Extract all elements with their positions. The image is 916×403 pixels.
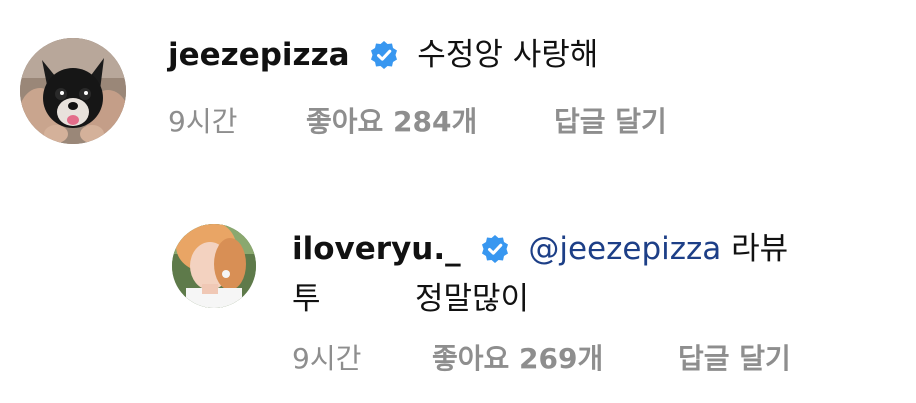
reply-comment-item: iloveryu._ @jeezepizza 라뷰 투 정말많이 9시간 좋아요…: [0, 200, 916, 403]
verified-badge-icon: [482, 235, 509, 263]
comment-username[interactable]: iloveryu._: [292, 231, 461, 267]
reply-body-line1: iloveryu._ @jeezepizza 라뷰: [292, 229, 788, 269]
comment-text: 정말많이: [415, 281, 530, 317]
reply-button[interactable]: 답글 달기: [554, 104, 667, 140]
likes-count-button[interactable]: 좋아요 284개: [306, 104, 477, 140]
comment-time: 9시간: [168, 105, 238, 138]
comment-text: 라뷰: [731, 231, 789, 267]
avatar[interactable]: [172, 224, 256, 308]
comment-item: jeezepizza 수정앙 사랑해 9시간 좋아요 284개 답글 달기: [0, 0, 916, 170]
avatar[interactable]: [20, 38, 126, 144]
chihuahua-photo-icon: [20, 38, 126, 144]
verified-badge-icon: [371, 41, 398, 69]
mention-link[interactable]: @jeezepizza: [528, 231, 721, 267]
reply-body-line2: 투 정말많이: [292, 279, 692, 319]
comment-meta: 9시간 좋아요 269개 답글 달기: [292, 341, 892, 377]
comment-username[interactable]: jeezepizza: [168, 37, 350, 73]
likes-count-button[interactable]: 좋아요 269개: [432, 341, 603, 377]
reply-button[interactable]: 답글 달기: [678, 341, 791, 377]
comment-body: jeezepizza 수정앙 사랑해: [168, 35, 598, 75]
comment-text: 수정앙 사랑해: [417, 37, 599, 73]
comment-meta: 9시간 좋아요 284개 답글 달기: [168, 104, 768, 140]
person-photo-icon: [172, 224, 256, 308]
comment-text: 투: [292, 281, 321, 317]
comment-time: 9시간: [292, 342, 362, 375]
